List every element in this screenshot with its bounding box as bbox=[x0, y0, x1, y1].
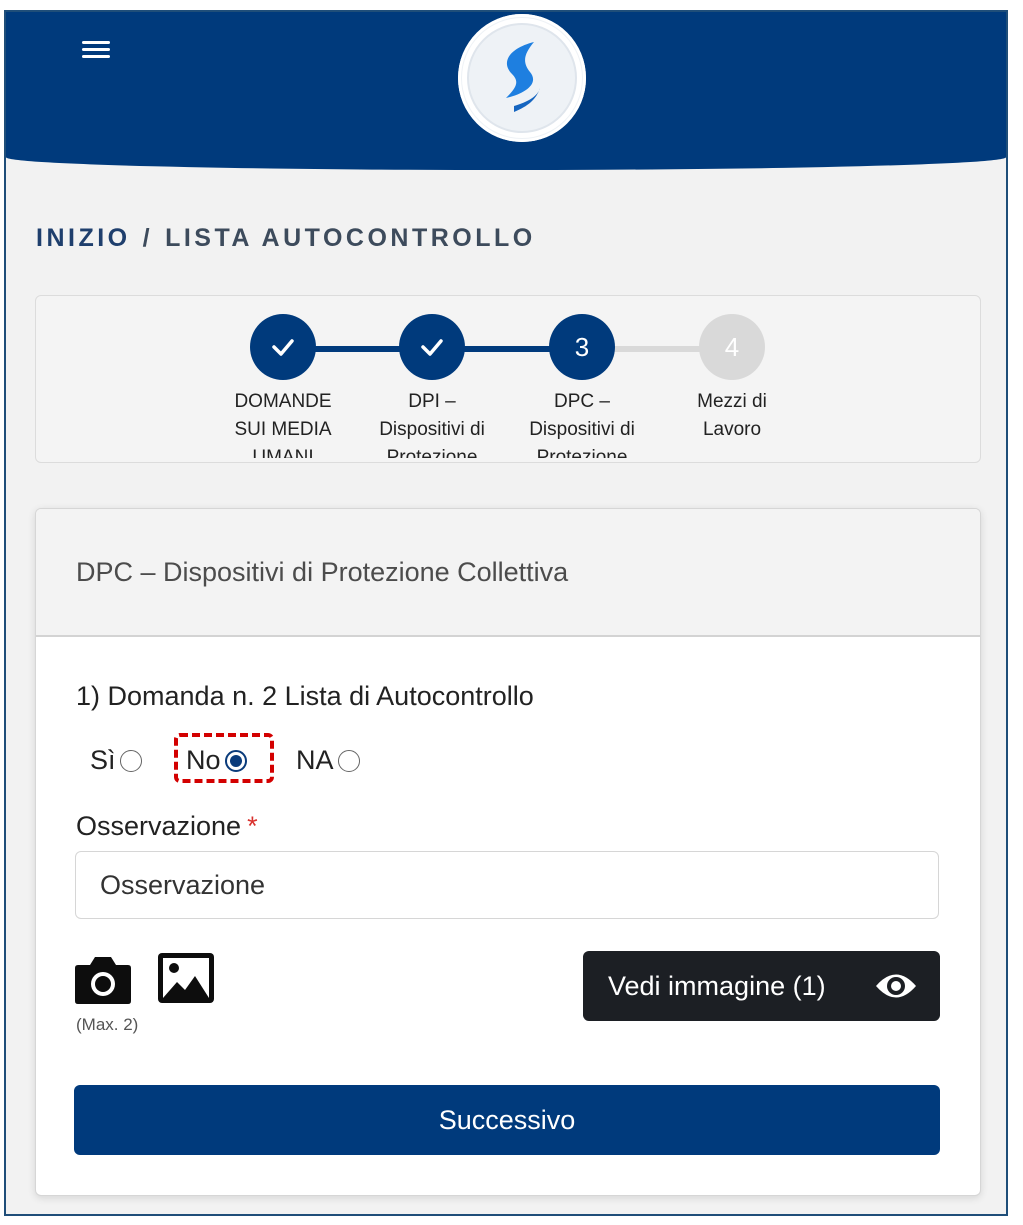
step-3-circle[interactable]: 3 bbox=[549, 314, 615, 380]
breadcrumb: INIZIO / LISTA AUTOCONTROLLO bbox=[36, 224, 536, 253]
breadcrumb-current: LISTA AUTOCONTROLLO bbox=[165, 224, 536, 252]
app-header bbox=[6, 12, 1006, 170]
option-no[interactable]: No bbox=[186, 745, 247, 776]
radio-si[interactable] bbox=[119, 749, 142, 772]
eye-icon bbox=[876, 974, 916, 998]
step-4-circle[interactable]: 4 bbox=[699, 314, 765, 380]
card-title: DPC – Dispositivi di Protezione Colletti… bbox=[36, 509, 980, 637]
step-3-number: 3 bbox=[574, 331, 590, 362]
progress-stepper: 3 4 DOMANDE SUI MEDIA UMANI DPI – Dispos… bbox=[35, 295, 981, 463]
option-na-label: NA bbox=[296, 745, 334, 775]
observation-label-text: Osservazione bbox=[76, 811, 242, 841]
step-2-label: DPI – Dispositivi di Protezione bbox=[379, 391, 485, 458]
option-si-label: Sì bbox=[90, 745, 116, 775]
option-na[interactable]: NA bbox=[296, 745, 360, 776]
step-4-label: Mezzi di Lavoro bbox=[697, 391, 767, 440]
observation-input[interactable] bbox=[75, 851, 939, 919]
step-1-circle[interactable] bbox=[250, 314, 316, 380]
option-no-label: No bbox=[186, 745, 221, 775]
check-icon bbox=[272, 339, 294, 356]
view-image-button[interactable]: Vedi immagine (1) bbox=[583, 951, 940, 1021]
question-text: 1) Domanda n. 2 Lista di Autocontrollo bbox=[76, 681, 534, 711]
radio-na[interactable] bbox=[337, 749, 360, 772]
step-1-label: DOMANDE SUI MEDIA UMANI bbox=[234, 391, 332, 458]
option-si[interactable]: Sì bbox=[90, 745, 142, 776]
camera-icon[interactable] bbox=[74, 953, 132, 1010]
observation-label: Osservazione * bbox=[76, 811, 258, 842]
breadcrumb-home-link[interactable]: INIZIO bbox=[36, 224, 131, 252]
next-button[interactable]: Successivo bbox=[74, 1085, 940, 1155]
radio-no[interactable] bbox=[224, 749, 247, 772]
breadcrumb-separator: / bbox=[142, 224, 154, 252]
app-logo-icon bbox=[458, 14, 586, 142]
step-4-number: 4 bbox=[724, 331, 740, 362]
app-frame: INIZIO / LISTA AUTOCONTROLLO 3 4 DOMANDE S… bbox=[4, 10, 1008, 1216]
step-2-circle[interactable] bbox=[399, 314, 465, 380]
check-icon bbox=[421, 339, 443, 356]
max-images-note: (Max. 2) bbox=[76, 1015, 139, 1034]
hamburger-menu-icon[interactable] bbox=[82, 38, 110, 62]
image-gallery-icon[interactable] bbox=[157, 952, 215, 1009]
step-3-label: DPC – Dispositivi di Protezione bbox=[529, 391, 635, 458]
view-image-label: Vedi immagine (1) bbox=[608, 970, 826, 1001]
required-mark: * bbox=[247, 811, 258, 841]
question-card: DPC – Dispositivi di Protezione Colletti… bbox=[35, 508, 981, 1196]
